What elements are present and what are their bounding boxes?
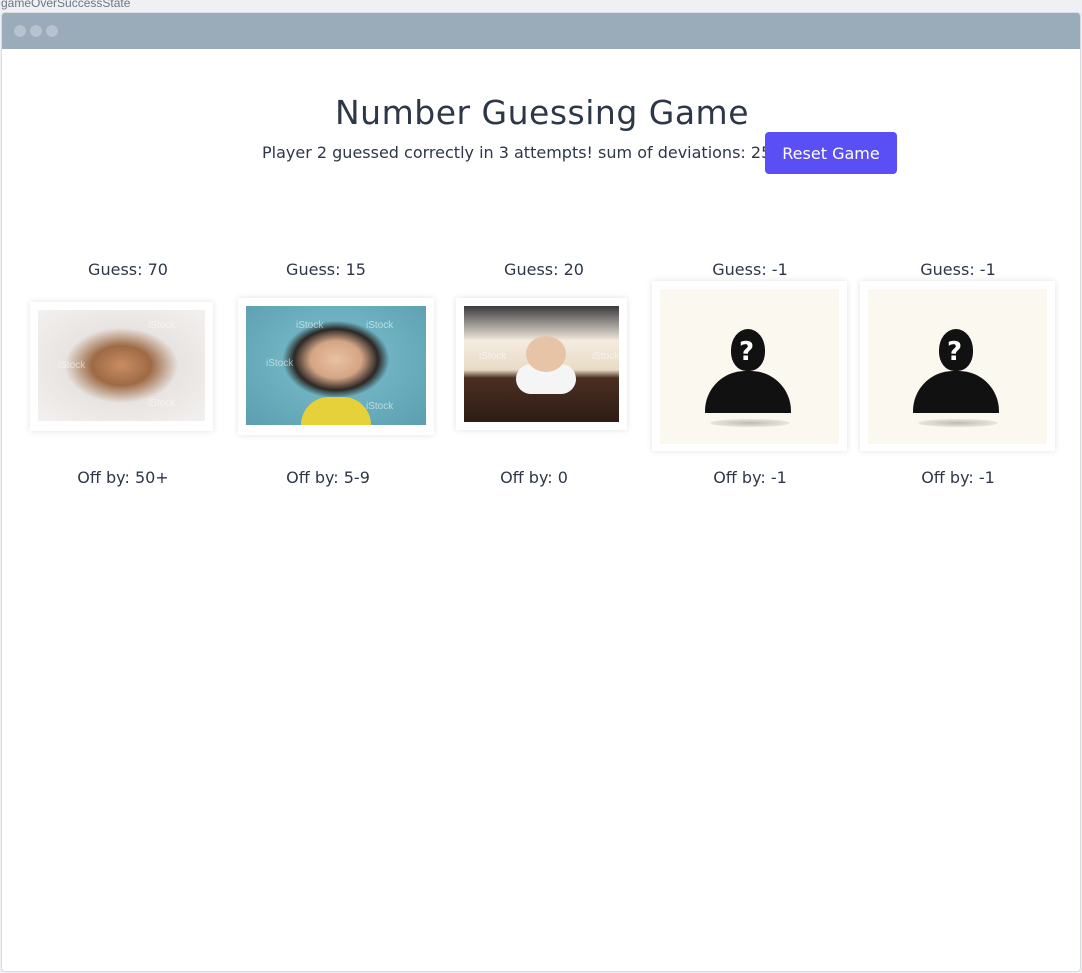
unknown-person-silhouette: ? bbox=[868, 289, 1047, 444]
off-by-label: Off by: 50+ bbox=[77, 468, 169, 487]
window-titlebar bbox=[2, 13, 1080, 49]
laughing-baby-photo: iStock iStock bbox=[464, 306, 619, 422]
off-by-label: Off by: -1 bbox=[921, 468, 995, 487]
guess-card: iStock iStock iStock bbox=[30, 302, 213, 431]
guess-label: Guess: 15 bbox=[286, 260, 366, 279]
off-by-label: Off by: -1 bbox=[713, 468, 787, 487]
crying-toddler-photo: iStock iStock iStock iStock bbox=[246, 306, 426, 425]
state-label: gameOverSuccessState bbox=[1, 0, 131, 10]
guess-label: Guess: -1 bbox=[712, 260, 788, 279]
guess-card: ? bbox=[652, 281, 847, 451]
window-dot-icon bbox=[14, 25, 26, 37]
reset-game-button[interactable]: Reset Game bbox=[765, 132, 897, 174]
status-row: Player 2 guessed correctly in 3 attempts… bbox=[2, 132, 1080, 174]
unknown-person-silhouette: ? bbox=[660, 289, 839, 444]
guess-card: ? bbox=[860, 281, 1055, 451]
guess-card: iStock iStock bbox=[456, 298, 627, 430]
guess-label: Guess: 70 bbox=[88, 260, 168, 279]
crying-baby-photo: iStock iStock iStock bbox=[38, 310, 205, 421]
window-dot-icon bbox=[46, 25, 58, 37]
guess-label: Guess: -1 bbox=[920, 260, 996, 279]
off-by-label: Off by: 0 bbox=[500, 468, 568, 487]
guess-card: iStock iStock iStock iStock bbox=[238, 298, 434, 435]
window-dot-icon bbox=[30, 25, 42, 37]
browser-window: Number Guessing Game Player 2 guessed co… bbox=[1, 12, 1081, 972]
page-title: Number Guessing Game bbox=[335, 93, 749, 132]
off-by-label: Off by: 5-9 bbox=[286, 468, 370, 487]
guess-label: Guess: 20 bbox=[504, 260, 584, 279]
game-status-message: Player 2 guessed correctly in 3 attempts… bbox=[262, 143, 772, 162]
